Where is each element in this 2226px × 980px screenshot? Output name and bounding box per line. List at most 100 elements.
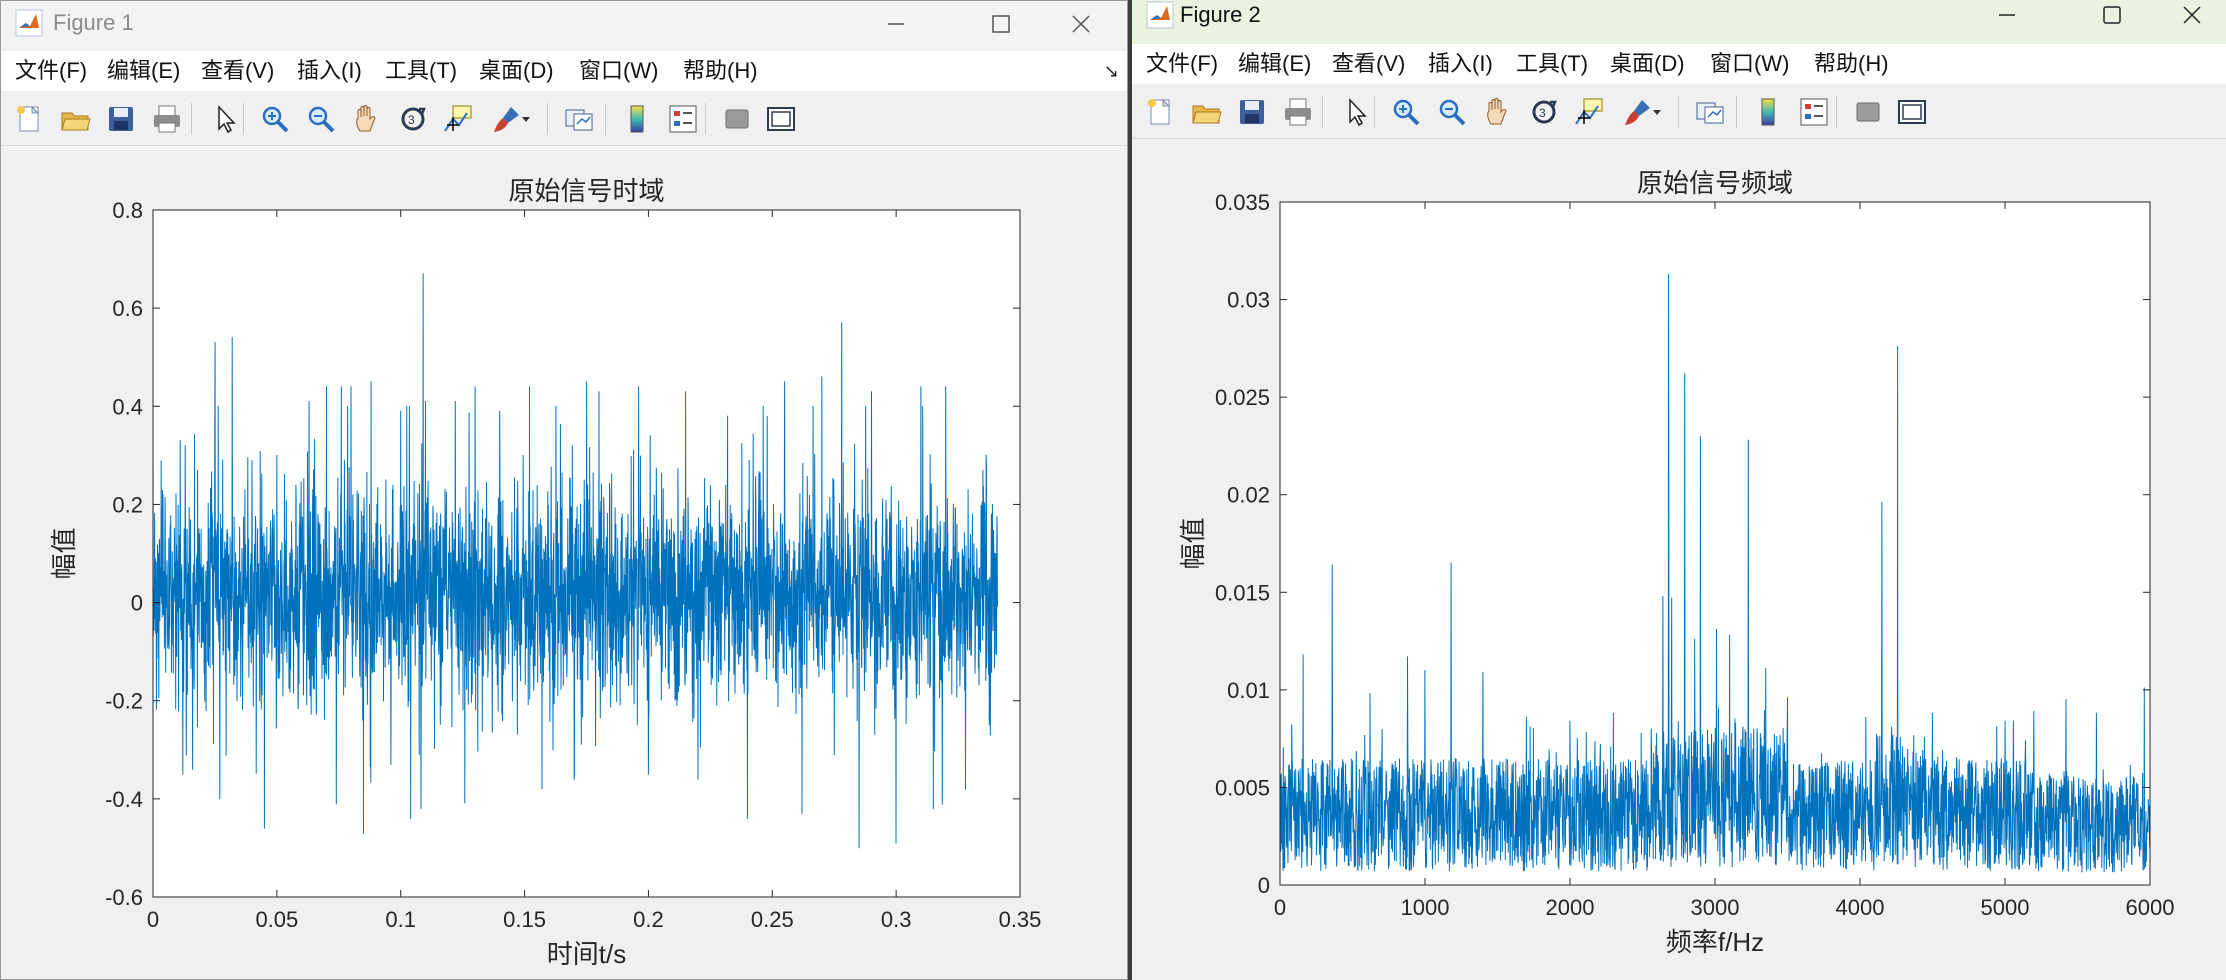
show-plot-tools-icon (1898, 100, 1926, 124)
x-tick-label: 4000 (1836, 895, 1885, 920)
y-tick-label: 0.025 (1215, 385, 1270, 410)
menu-item[interactable]: 查看(V) (1332, 44, 1405, 84)
maximize-button[interactable] (2067, 0, 2157, 30)
window-title: Figure 1 (53, 10, 134, 35)
minimize-button[interactable] (1962, 0, 2052, 30)
menu-item[interactable]: 文件(F) (15, 51, 87, 91)
title-bar[interactable]: Figure 1 (1, 1, 1127, 47)
print-button[interactable] (1280, 94, 1316, 130)
menu-item[interactable]: 桌面(D) (479, 51, 554, 91)
new-figure-button[interactable] (1142, 94, 1178, 130)
figure-toolbar: 3 (1132, 86, 2226, 139)
pan-hand-button[interactable] (1480, 94, 1516, 130)
open-file-button[interactable] (1188, 94, 1224, 130)
menu-item[interactable]: 工具(T) (1516, 44, 1588, 84)
close-button[interactable] (1036, 1, 1126, 47)
rotate-3d-button[interactable]: 3 (1526, 94, 1562, 130)
zoom-out-icon (308, 106, 335, 133)
zoom-in-button[interactable] (257, 101, 293, 137)
menu-item[interactable]: 窗口(W) (579, 51, 658, 91)
data-cursor-icon (444, 105, 472, 132)
x-axis-label: 时间t/s (547, 939, 626, 969)
zoom-out-button[interactable] (303, 101, 339, 137)
legend-button[interactable] (665, 101, 701, 137)
x-tick-label: 3000 (1691, 895, 1740, 920)
maximize-button[interactable] (956, 1, 1046, 47)
hide-plot-tools-icon (725, 109, 749, 129)
y-axis-label: 幅值 (49, 527, 79, 579)
maximize-icon (992, 15, 1010, 33)
matlab-logo-icon (1146, 1, 1174, 29)
print-icon (1285, 98, 1311, 126)
toolbar-separator (1374, 96, 1375, 128)
legend-button[interactable] (1796, 94, 1832, 130)
figure-1-window: Figure 1 文件(F) 编辑(E) 查看(V) 插入(I) 工具(T) 桌面(D) 窗… (0, 0, 1128, 980)
pointer-button[interactable] (207, 101, 243, 137)
menu-item[interactable]: 帮助(H) (683, 51, 758, 91)
time-domain-chart[interactable]: 0 0.05 0.1 0.15 0.2 0.25 0.3 0.35 -0.6 -0.4 -0.2 0 0… (1, 147, 1127, 980)
hide-plot-tools-button[interactable] (719, 101, 755, 137)
legend-icon (1800, 98, 1828, 126)
menu-item[interactable]: 桌面(D) (1610, 44, 1685, 84)
save-button[interactable] (103, 101, 139, 137)
rotate-3d-button[interactable]: 3 (395, 101, 431, 137)
menu-item[interactable]: 编辑(E) (1238, 44, 1311, 84)
print-button[interactable] (149, 101, 185, 137)
toolbar-separator (1836, 96, 1837, 128)
brush-dropdown-button[interactable] (1650, 94, 1664, 130)
frequency-domain-chart[interactable]: 0 1000 2000 3000 4000 5000 6000 0 0.005 0.01 0.015… (1132, 140, 2226, 980)
toolbar-separator (605, 103, 606, 135)
dock-figure-icon[interactable]: ↘ (1104, 61, 1119, 82)
save-button[interactable] (1234, 94, 1270, 130)
menu-item[interactable]: 工具(T) (385, 51, 457, 91)
plot-area: 0 1000 2000 3000 4000 5000 6000 0 0.005 0.01 0.015… (1132, 140, 2226, 980)
new-figure-button[interactable] (11, 101, 47, 137)
brush-dropdown-button[interactable] (519, 101, 533, 137)
colorbar-button[interactable] (619, 101, 655, 137)
title-bar[interactable]: Figure 2 (1132, 0, 2226, 46)
save-icon (109, 107, 133, 131)
svg-text:3: 3 (1539, 106, 1546, 120)
y-tick-label: 0.02 (1227, 483, 1270, 508)
zoom-in-button[interactable] (1388, 94, 1424, 130)
pointer-button[interactable] (1338, 94, 1374, 130)
y-tick-label: -0.2 (105, 689, 143, 714)
y-tick-label: 0.01 (1227, 678, 1270, 703)
data-cursor-button[interactable] (441, 101, 477, 137)
menu-item[interactable]: 插入(I) (1428, 44, 1493, 84)
x-tick-label: 6000 (2126, 895, 2175, 920)
menu-item[interactable]: 帮助(H) (1814, 44, 1889, 84)
data-cursor-button[interactable] (1572, 94, 1608, 130)
toolbar-separator (547, 103, 548, 135)
hide-plot-tools-button[interactable] (1850, 94, 1886, 130)
menu-item[interactable]: 文件(F) (1146, 44, 1218, 84)
link-plot-button[interactable] (1692, 94, 1728, 130)
y-tick-label: 0.6 (112, 296, 143, 321)
y-tick-label: -0.4 (105, 787, 143, 812)
figure-toolbar: 3 (1, 93, 1127, 146)
link-plot-button[interactable] (561, 101, 597, 137)
x-tick-label: 0 (147, 907, 159, 932)
minimize-button[interactable] (851, 1, 941, 47)
hide-plot-tools-icon (1856, 102, 1880, 122)
y-tick-label: 0.005 (1215, 775, 1270, 800)
menu-item[interactable]: 查看(V) (201, 51, 274, 91)
show-plot-tools-icon (767, 107, 795, 131)
x-tick-label: 0.15 (503, 907, 546, 932)
menu-item[interactable]: 插入(I) (297, 51, 362, 91)
open-file-button[interactable] (57, 101, 93, 137)
x-axis-label: 频率f/Hz (1666, 927, 1764, 957)
zoom-out-button[interactable] (1434, 94, 1470, 130)
show-plot-tools-button[interactable] (1894, 94, 1930, 130)
show-plot-tools-button[interactable] (763, 101, 799, 137)
menu-bar: 文件(F) 编辑(E) 查看(V) 插入(I) 工具(T) 桌面(D) 窗口(W) 帮助(H) (1132, 44, 2226, 84)
x-tick-label: 1000 (1401, 895, 1450, 920)
close-button[interactable] (2147, 0, 2226, 30)
colorbar-icon (1761, 98, 1775, 126)
colorbar-button[interactable] (1750, 94, 1786, 130)
menu-item[interactable]: 窗口(W) (1710, 44, 1789, 84)
menu-item[interactable]: 编辑(E) (107, 51, 180, 91)
toolbar-separator (705, 103, 706, 135)
maximize-icon (2103, 6, 2121, 24)
pan-hand-button[interactable] (349, 101, 385, 137)
